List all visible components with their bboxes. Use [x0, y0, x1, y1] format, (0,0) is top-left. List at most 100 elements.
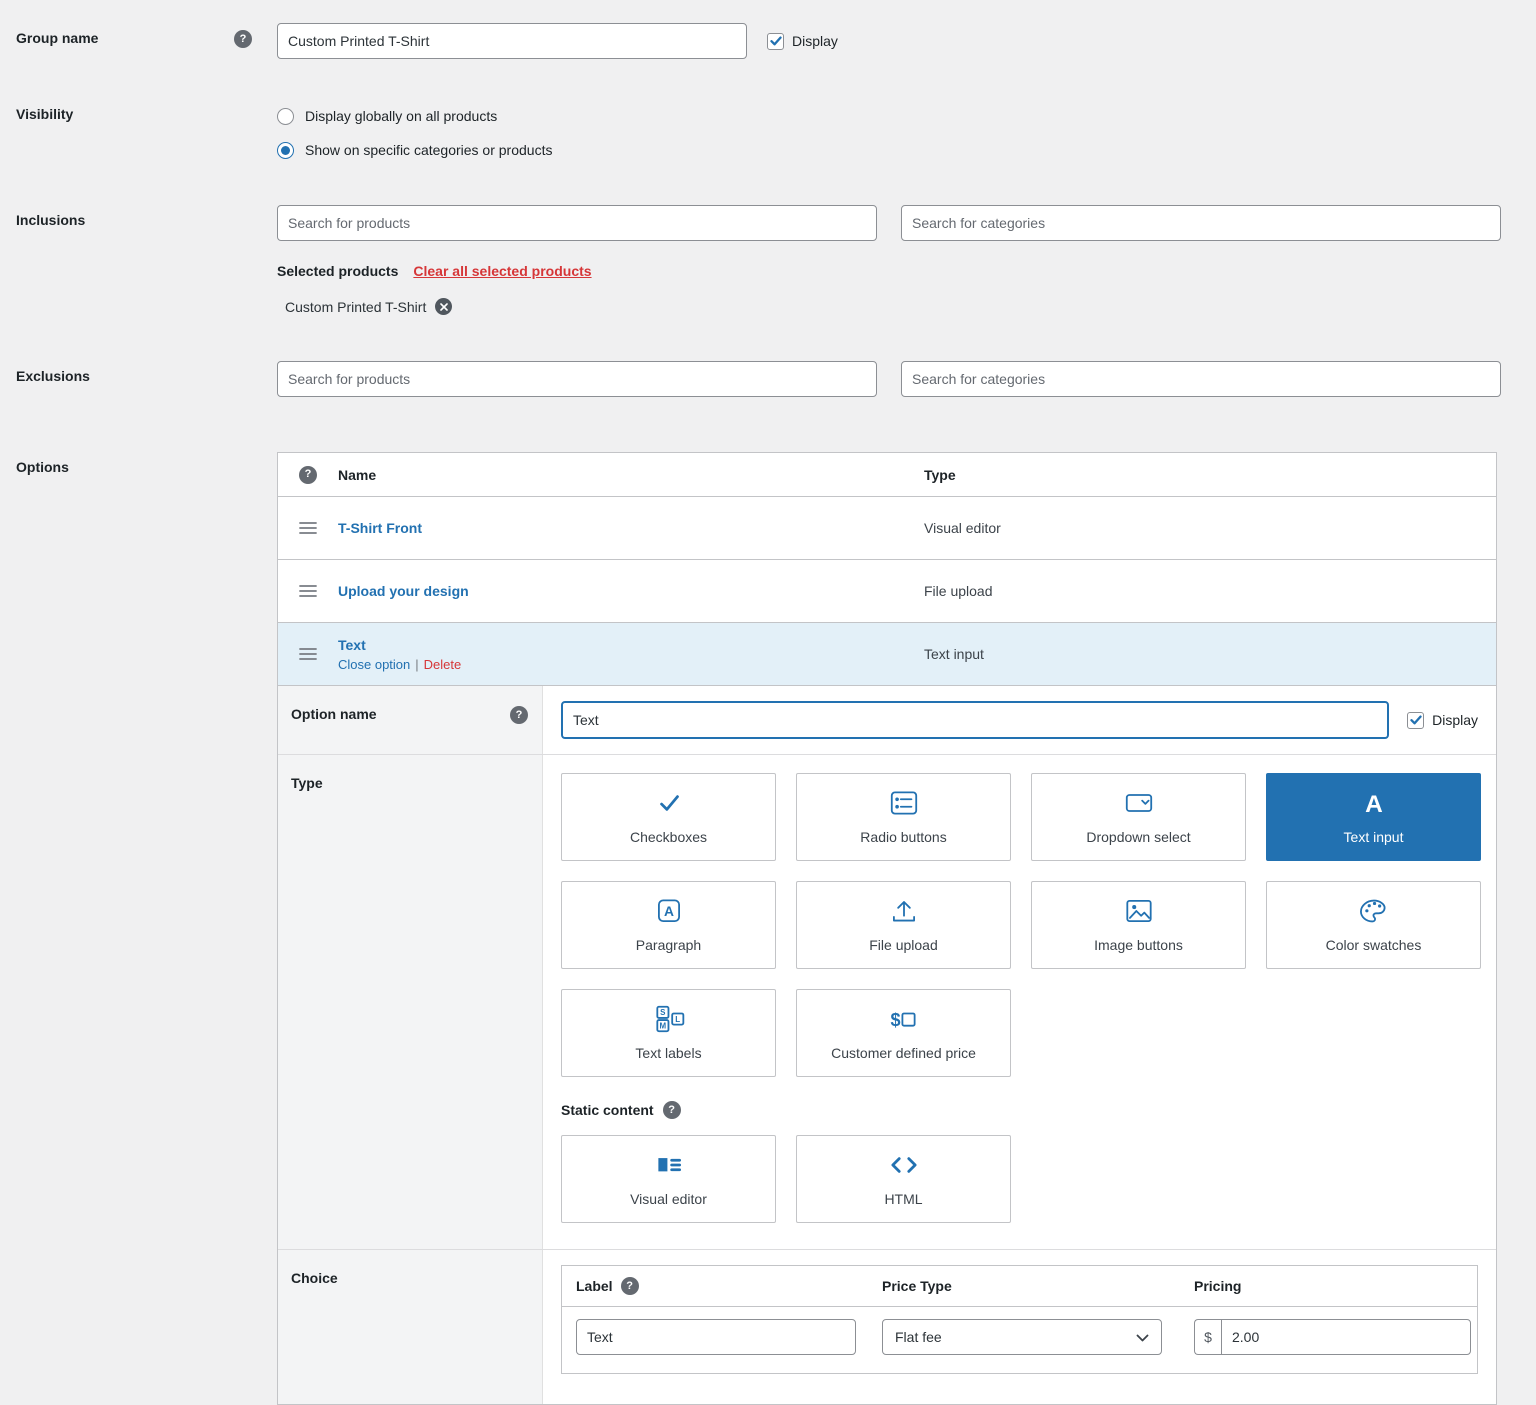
visibility-option-label: Display globally on all products [305, 108, 497, 124]
paragraph-icon: A [652, 897, 686, 928]
help-icon[interactable]: ? [510, 706, 528, 724]
svg-text:A: A [1365, 791, 1383, 817]
svg-text:A: A [664, 903, 674, 919]
selected-products-label: Selected products [277, 263, 398, 279]
code-icon [887, 1151, 921, 1182]
type-card-checkboxes[interactable]: Checkboxes [561, 773, 776, 861]
type-card-dropdown-select[interactable]: Dropdown select [1031, 773, 1246, 861]
visibility-row: Visibility Display globally on all produ… [16, 99, 1536, 167]
drag-handle-icon[interactable] [278, 584, 338, 598]
type-card-label: File upload [869, 937, 938, 953]
chevron-down-icon [1136, 1329, 1149, 1345]
visibility-label: Visibility [16, 106, 73, 122]
column-header-name: Name [338, 467, 924, 483]
option-display-label: Display [1432, 712, 1478, 728]
checkbox-checked-icon[interactable] [767, 33, 784, 50]
help-icon[interactable]: ? [234, 30, 252, 48]
inclusions-categories-search-input[interactable] [901, 205, 1501, 241]
type-card-html[interactable]: HTML [796, 1135, 1011, 1223]
exclusions-label: Exclusions [16, 368, 90, 384]
type-card-file-upload[interactable]: File upload [796, 881, 1011, 969]
column-header-type: Type [924, 467, 1496, 483]
type-card-label: Image buttons [1094, 937, 1183, 953]
product-options-form: Group name ? Display Visibility Display … [0, 0, 1536, 1405]
option-row: T-Shirt Front Visual editor [278, 497, 1496, 560]
upload-icon [887, 897, 921, 928]
option-row: Upload your design File upload [278, 560, 1496, 623]
choice-column-label: Label [576, 1278, 613, 1294]
options-table-header: ? Name Type [278, 453, 1496, 497]
radio-unchecked-icon[interactable] [277, 108, 294, 125]
group-name-input[interactable] [277, 23, 747, 59]
svg-text:S: S [660, 1008, 665, 1017]
visual-editor-icon [652, 1151, 686, 1182]
drag-handle-icon[interactable] [278, 521, 338, 535]
visibility-option-specific[interactable]: Show on specific categories or products [277, 133, 1501, 167]
svg-text:$: $ [890, 1010, 900, 1030]
group-name-row: Group name ? Display [16, 23, 1536, 59]
type-section-label: Type [291, 775, 323, 791]
delete-option-link[interactable]: Delete [424, 657, 462, 672]
option-type-text: Text input [924, 646, 1496, 662]
selected-product-tag: Custom Printed T-Shirt [277, 298, 1501, 315]
static-content-label: Static content [561, 1102, 654, 1118]
price-type-value: Flat fee [895, 1329, 942, 1345]
group-display-toggle[interactable]: Display [767, 33, 838, 50]
exclusions-row: Exclusions [16, 361, 1536, 397]
option-row-active: Text Close option|Delete Text input [278, 623, 1496, 686]
inclusions-products-search-input[interactable] [277, 205, 877, 241]
option-name-section: Option name ? Display [278, 686, 1496, 755]
option-type-text: Visual editor [924, 520, 1496, 536]
visibility-option-label: Show on specific categories or products [305, 142, 552, 158]
options-label: Options [16, 459, 69, 475]
option-type-text: File upload [924, 583, 1496, 599]
choice-pricing-input[interactable] [1221, 1319, 1471, 1355]
choice-row: Flat fee $ [562, 1307, 1477, 1373]
options-table: ? Name Type T-Shirt Front Visual editor … [277, 452, 1497, 1405]
selected-product-name: Custom Printed T-Shirt [285, 299, 426, 315]
close-option-link[interactable]: Close option [338, 657, 410, 672]
option-name-label: Option name [291, 706, 377, 722]
option-name-link[interactable]: Upload your design [338, 583, 469, 599]
help-icon[interactable]: ? [621, 1277, 639, 1295]
type-card-text-labels[interactable]: SML Text labels [561, 989, 776, 1077]
type-card-paragraph[interactable]: A Paragraph [561, 881, 776, 969]
currency-symbol: $ [1194, 1319, 1221, 1355]
type-card-radio-buttons[interactable]: Radio buttons [796, 773, 1011, 861]
type-card-label: Radio buttons [860, 829, 946, 845]
option-display-toggle[interactable]: Display [1407, 712, 1478, 729]
radio-checked-icon[interactable] [277, 142, 294, 159]
option-name-input[interactable] [561, 701, 1389, 739]
choice-section-label: Choice [291, 1270, 338, 1286]
type-card-customer-defined-price[interactable]: $ Customer defined price [796, 989, 1011, 1077]
help-icon[interactable]: ? [663, 1101, 681, 1119]
type-card-visual-editor[interactable]: Visual editor [561, 1135, 776, 1223]
option-name-link[interactable]: Text [338, 637, 366, 653]
visibility-option-global[interactable]: Display globally on all products [277, 99, 1501, 133]
drag-handle-icon[interactable] [278, 647, 338, 661]
option-name-link[interactable]: T-Shirt Front [338, 520, 422, 536]
type-card-image-buttons[interactable]: Image buttons [1031, 881, 1246, 969]
type-card-text-input-selected[interactable]: A Text input [1266, 773, 1481, 861]
help-icon[interactable]: ? [299, 466, 317, 484]
type-card-label: Visual editor [630, 1191, 707, 1207]
remove-product-icon[interactable] [435, 298, 452, 315]
exclusions-categories-search-input[interactable] [901, 361, 1501, 397]
type-card-label: Checkboxes [630, 829, 707, 845]
exclusions-products-search-input[interactable] [277, 361, 877, 397]
checkbox-checked-icon[interactable] [1407, 712, 1424, 729]
type-card-label: Customer defined price [831, 1045, 976, 1061]
type-card-label: Text labels [635, 1045, 701, 1061]
type-card-label: Dropdown select [1086, 829, 1190, 845]
choice-section: Choice Label ? Price Type Pricing [278, 1250, 1496, 1404]
checkmark-icon [652, 789, 686, 820]
price-icon: $ [887, 1005, 921, 1036]
type-card-color-swatches[interactable]: Color swatches [1266, 881, 1481, 969]
clear-selected-products-link[interactable]: Clear all selected products [413, 263, 591, 279]
type-card-label: HTML [884, 1191, 922, 1207]
type-card-label: Text input [1344, 829, 1404, 845]
choice-label-input[interactable] [576, 1319, 856, 1355]
choice-column-price-type: Price Type [882, 1278, 952, 1294]
price-type-select[interactable]: Flat fee [882, 1319, 1162, 1355]
image-icon [1122, 897, 1156, 928]
